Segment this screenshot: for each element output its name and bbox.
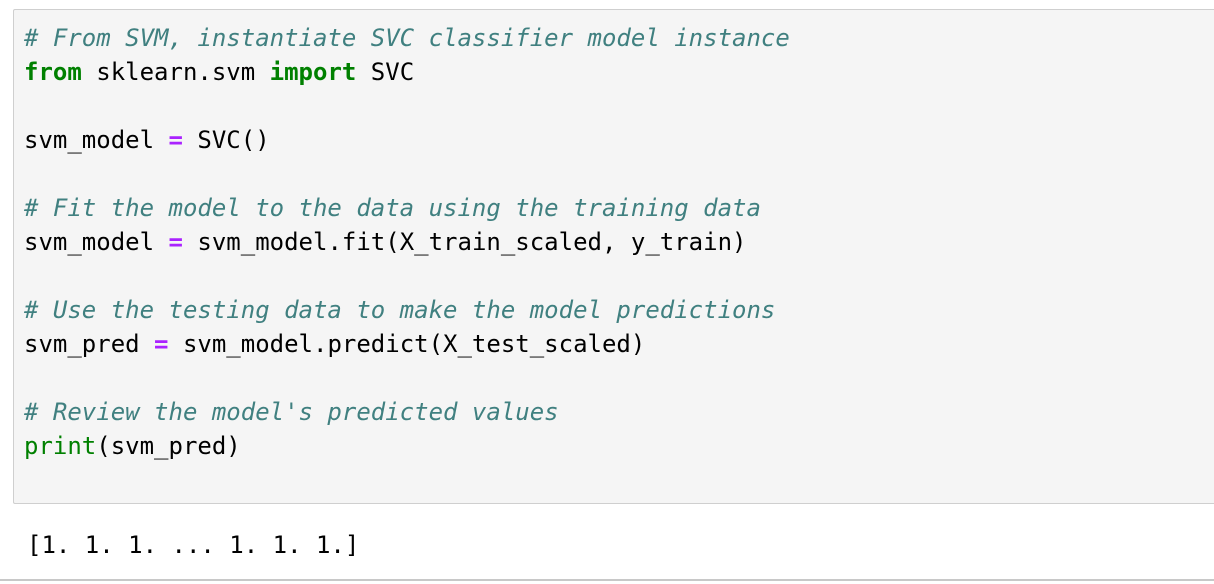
code-line: ​ xyxy=(24,463,790,497)
code-text: (svm_pred) xyxy=(96,432,241,460)
code-comment: # From SVM, instantiate SVC classifier m… xyxy=(24,24,790,52)
code-line: from sklearn.svm import SVC xyxy=(24,55,790,89)
code-builtin: print xyxy=(24,432,97,460)
code-text: SVC() xyxy=(182,126,270,154)
cell-divider xyxy=(0,579,1214,581)
code-comment: # Use the testing data to make the model… xyxy=(24,296,776,324)
code-text: svm_model.fit(X_train_scaled, y_train) xyxy=(182,228,747,256)
code-text: SVC xyxy=(356,58,415,86)
code-line: svm_pred = svm_model.predict(X_test_scal… xyxy=(24,327,790,361)
code-line: ​ xyxy=(24,361,790,395)
code-text: svm_model xyxy=(24,126,169,154)
code-operator: = xyxy=(154,330,169,358)
code-line: svm_model = svm_model.fit(X_train_scaled… xyxy=(24,225,790,259)
code-operator: = xyxy=(168,228,183,256)
code-line: ​ xyxy=(24,89,790,123)
code-line: # Review the model's predicted values xyxy=(24,395,790,429)
code-line: print(svm_pred) xyxy=(24,429,790,463)
code-comment: # Fit the model to the data using the tr… xyxy=(24,194,761,222)
code-text: svm_model xyxy=(24,228,169,256)
code-keyword: import xyxy=(269,58,357,86)
code-cell-editor[interactable]: # From SVM, instantiate SVC classifier m… xyxy=(13,9,1214,504)
code-input[interactable]: # From SVM, instantiate SVC classifier m… xyxy=(24,21,790,497)
code-line: # Use the testing data to make the model… xyxy=(24,293,790,327)
code-keyword: from xyxy=(24,58,82,86)
code-comment: # Review the model's predicted values xyxy=(24,398,559,426)
code-line: svm_model = SVC() xyxy=(24,123,790,157)
output-text: [1. 1. 1. ... 1. 1. 1.] xyxy=(27,531,360,559)
code-line: # From SVM, instantiate SVC classifier m… xyxy=(24,21,790,55)
code-text: svm_pred xyxy=(24,330,155,358)
output-area: [1. 1. 1. ... 1. 1. 1.] xyxy=(13,518,1214,580)
code-line: ​ xyxy=(24,157,790,191)
code-line: # Fit the model to the data using the tr… xyxy=(24,191,790,225)
notebook-page: # From SVM, instantiate SVC classifier m… xyxy=(0,0,1214,584)
code-line: ​ xyxy=(24,259,790,293)
code-text: sklearn.svm xyxy=(81,58,270,86)
code-operator: = xyxy=(168,126,183,154)
code-text: svm_model.predict(X_test_scaled) xyxy=(168,330,646,358)
